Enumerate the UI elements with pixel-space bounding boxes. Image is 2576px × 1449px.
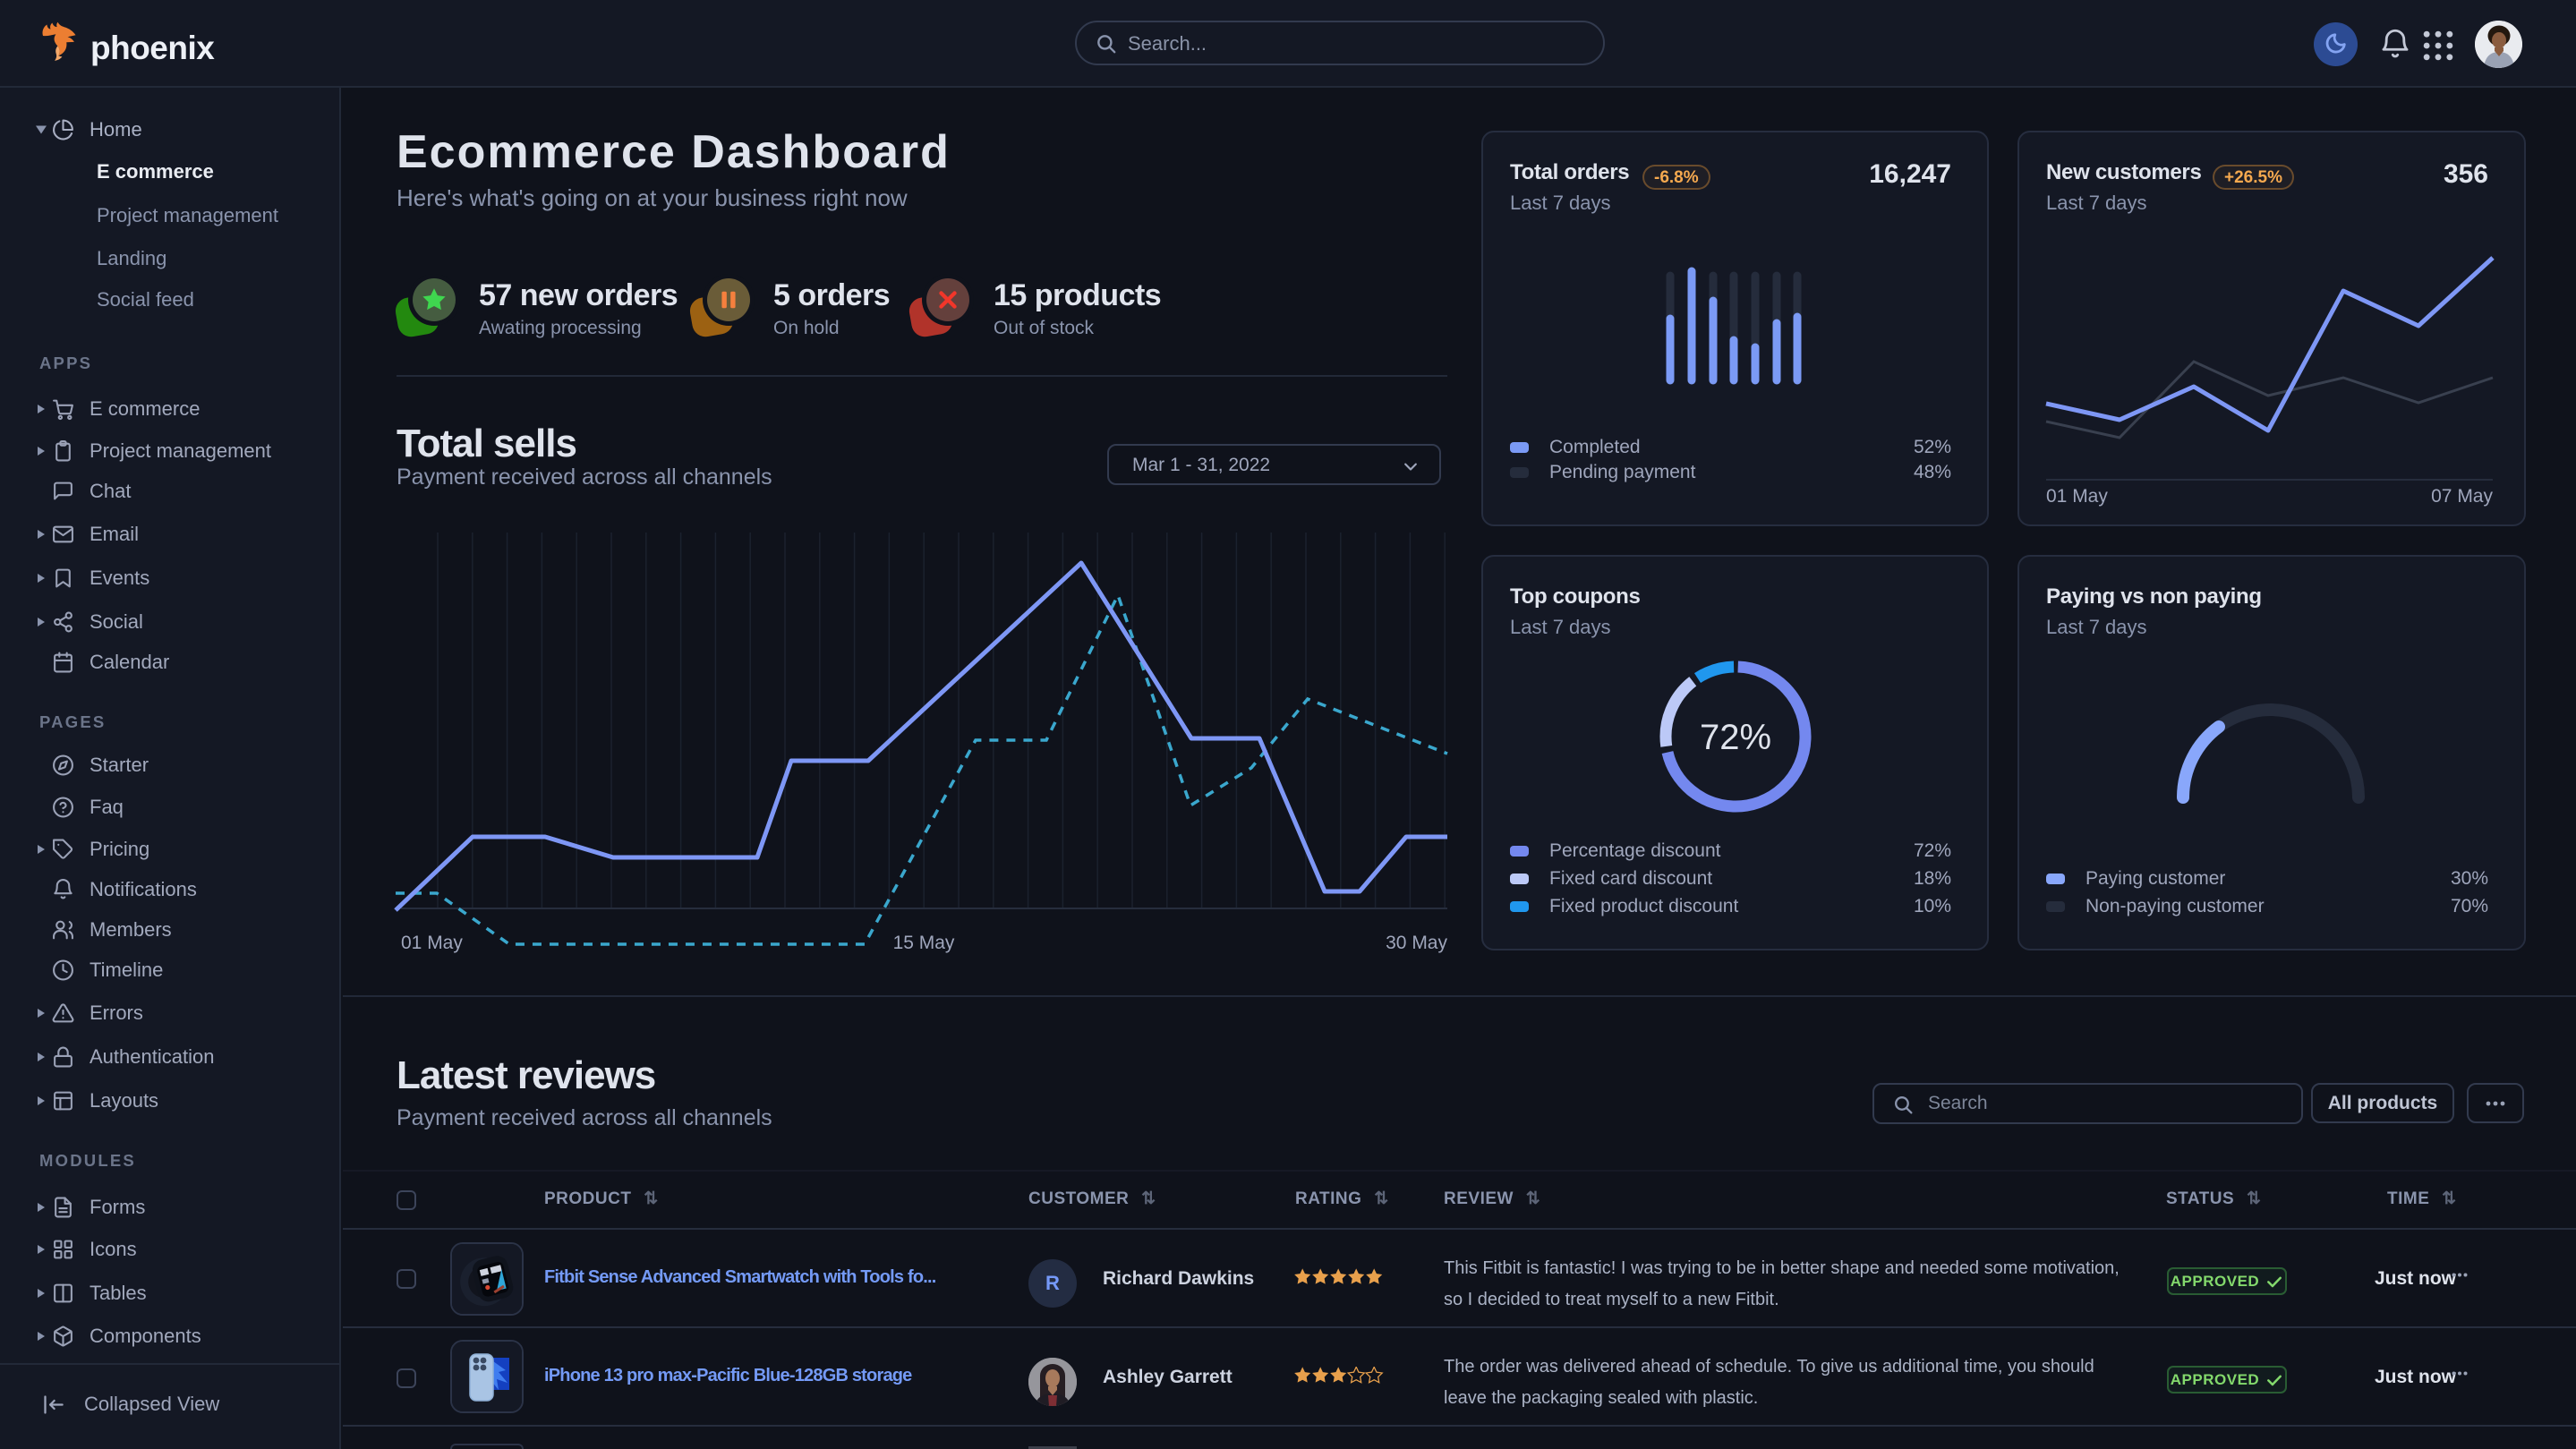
svg-text:72%: 72% bbox=[1700, 718, 1771, 757]
svg-text:01 May: 01 May bbox=[2046, 486, 2108, 507]
svg-text:30 May: 30 May bbox=[1386, 933, 1447, 953]
svg-text:15 May: 15 May bbox=[893, 933, 955, 953]
svg-text:07 May: 07 May bbox=[2431, 486, 2493, 507]
svg-text:01 May: 01 May bbox=[401, 933, 463, 953]
